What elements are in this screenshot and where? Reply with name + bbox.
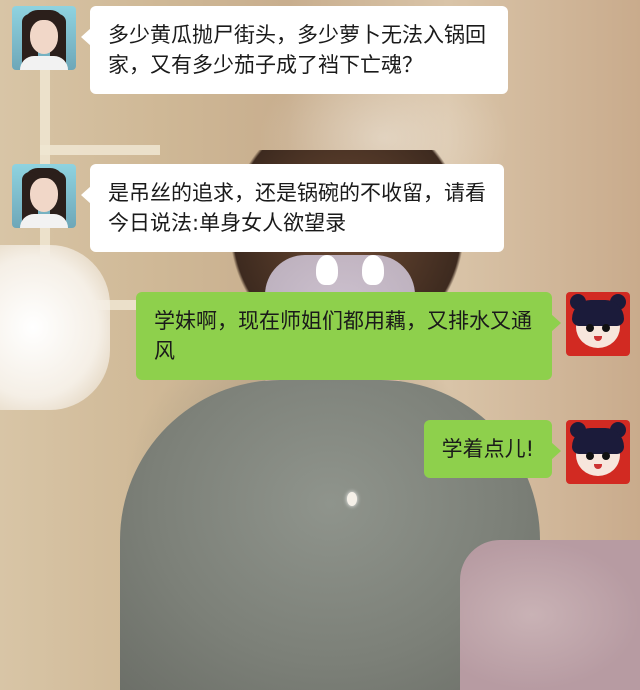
message-text: 学妹啊，现在师姐们都用藕，又排水又通风 — [154, 309, 532, 363]
sofa — [460, 540, 640, 690]
message-text: 是吊丝的追求，还是锅碗的不收留，请看今日说法:单身女人欲望录 — [108, 181, 486, 235]
lamp — [0, 245, 110, 410]
chat-message-right: 学着点儿! — [423, 420, 630, 484]
message-bubble[interactable]: 学妹啊，现在师姐们都用藕，又排水又通风 — [136, 292, 561, 380]
bunny-ears — [310, 255, 390, 285]
avatar-girl[interactable] — [12, 6, 76, 70]
message-text: 多少黄瓜抛尸街头，多少萝卜无法入锅回家，又有多少茄子成了裆下亡魂？ — [108, 23, 486, 77]
avatar-cartoon[interactable] — [566, 420, 630, 484]
chat-message-left: 多少黄瓜抛尸街头，多少萝卜无法入锅回家，又有多少茄子成了裆下亡魂？ — [12, 6, 508, 94]
message-text: 学着点儿! — [441, 437, 534, 461]
avatar-girl[interactable] — [12, 164, 76, 228]
shelf-board — [40, 145, 160, 155]
avatar-cartoon[interactable] — [566, 292, 630, 356]
chat-message-left: 是吊丝的追求，还是锅碗的不收留，请看今日说法:单身女人欲望录 — [12, 164, 504, 252]
message-bubble[interactable]: 学着点儿! — [423, 420, 562, 478]
necklace-pendant — [347, 492, 357, 506]
chat-message-right: 学妹啊，现在师姐们都用藕，又排水又通风 — [136, 292, 630, 380]
message-bubble[interactable]: 多少黄瓜抛尸街头，多少萝卜无法入锅回家，又有多少茄子成了裆下亡魂？ — [81, 6, 508, 94]
message-bubble[interactable]: 是吊丝的追求，还是锅碗的不收留，请看今日说法:单身女人欲望录 — [81, 164, 504, 252]
